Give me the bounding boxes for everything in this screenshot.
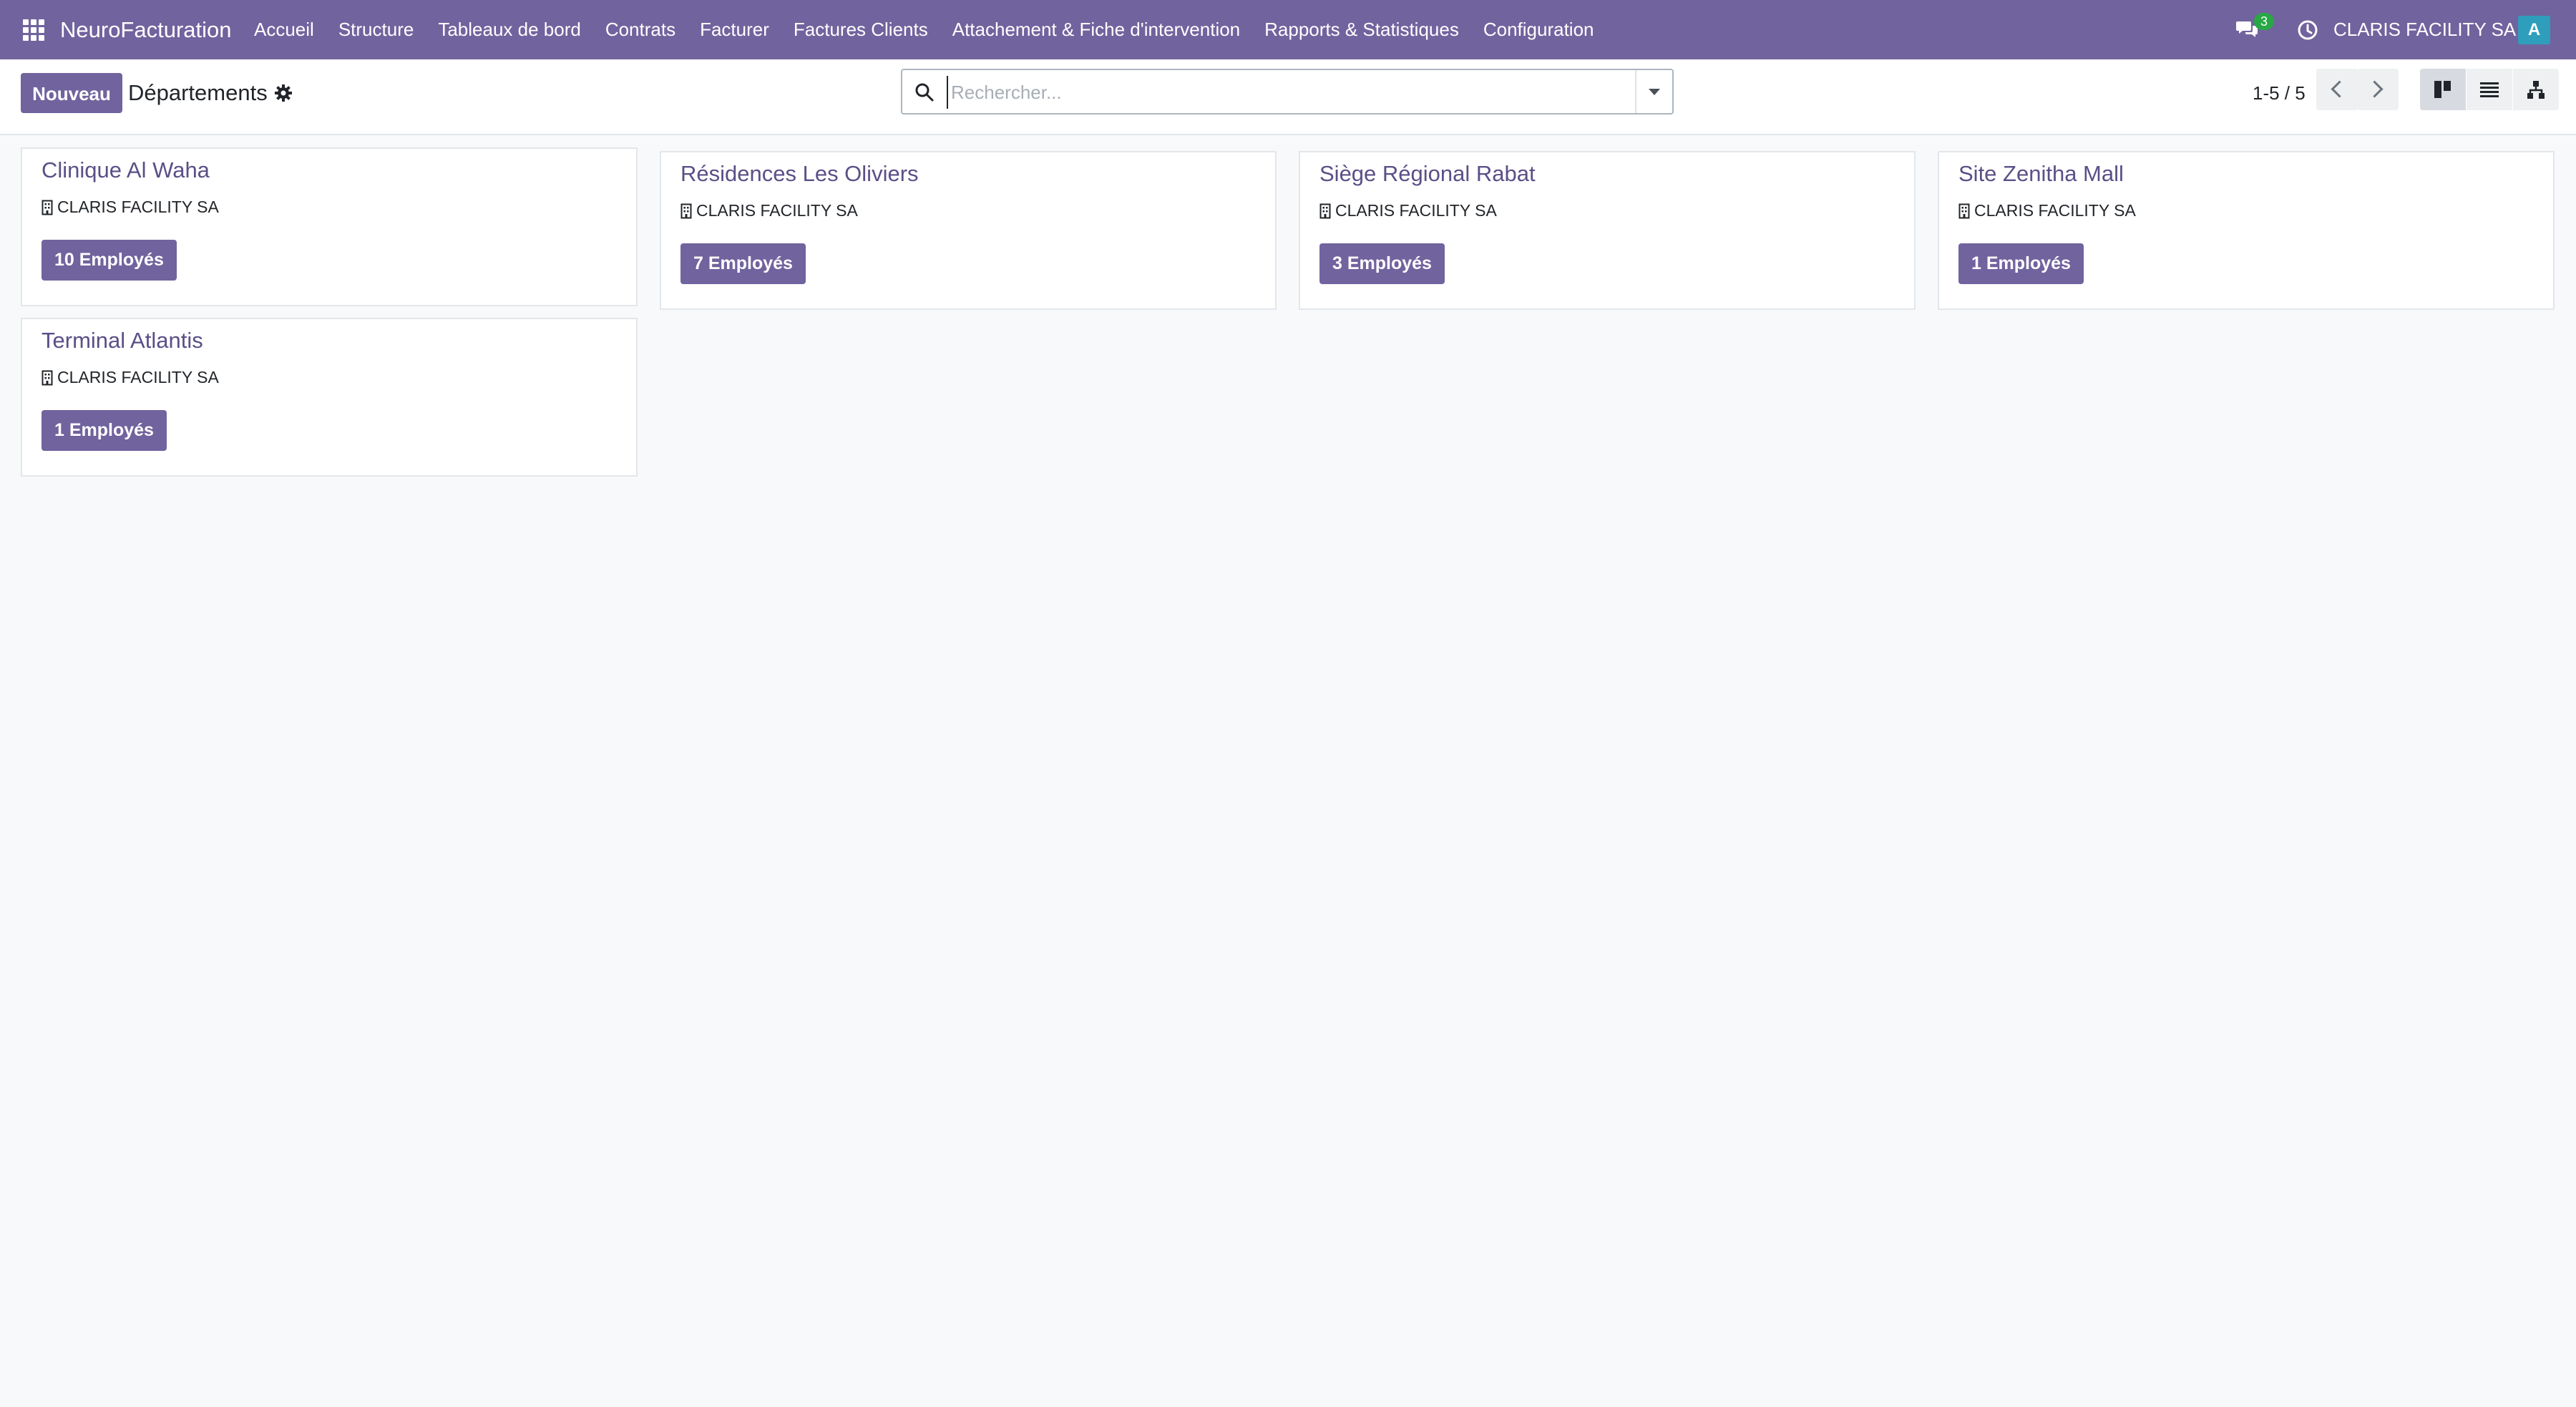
hierarchy-icon	[2527, 81, 2545, 99]
search-options-toggle[interactable]	[1635, 70, 1672, 113]
menu-item-facturer[interactable]: Facturer	[688, 0, 781, 59]
employees-button[interactable]: 10 Employés	[42, 240, 177, 281]
card-company: CLARIS FACILITY SA	[680, 201, 858, 220]
view-list-button[interactable]	[2467, 69, 2512, 110]
control-panel: Nouveau Départements 1-5 / 5	[0, 59, 2576, 135]
menu-item-factures-clients[interactable]: Factures Clients	[781, 0, 940, 59]
menu-item-contrats[interactable]: Contrats	[593, 0, 688, 59]
menu-item-accueil[interactable]: Accueil	[254, 0, 326, 59]
employees-button[interactable]: 3 Employés	[1319, 243, 1445, 284]
menu-item-rapports[interactable]: Rapports & Statistiques	[1252, 0, 1471, 59]
menu-item-structure[interactable]: Structure	[326, 0, 426, 59]
employees-button[interactable]: 1 Employés	[42, 410, 167, 451]
card-title: Siège Régional Rabat	[1319, 161, 1536, 186]
pager-next-button[interactable]	[2357, 69, 2399, 110]
department-card[interactable]: Clinique Al Waha CLARIS FACILITY SA 10 E…	[21, 147, 638, 306]
department-card[interactable]: Résidences Les Oliviers CLARIS FACILITY …	[660, 151, 1277, 310]
card-company-name: CLARIS FACILITY SA	[1974, 201, 2136, 220]
building-icon	[42, 200, 53, 215]
new-button[interactable]: Nouveau	[21, 73, 122, 113]
building-icon	[1958, 203, 1970, 218]
card-company-name: CLARIS FACILITY SA	[57, 368, 219, 386]
card-title: Clinique Al Waha	[42, 157, 210, 182]
search-bar[interactable]	[901, 69, 1674, 115]
kanban-icon	[2434, 81, 2451, 98]
employees-button[interactable]: 1 Employés	[1958, 243, 2084, 284]
view-hierarchy-button[interactable]	[2513, 69, 2559, 110]
menu-item-attachement[interactable]: Attachement & Fiche d'intervention	[940, 0, 1252, 59]
card-title: Résidences Les Oliviers	[680, 161, 919, 186]
department-card[interactable]: Terminal Atlantis CLARIS FACILITY SA 1 E…	[21, 318, 638, 477]
building-icon	[680, 203, 692, 218]
department-card[interactable]: Site Zenitha Mall CLARIS FACILITY SA 1 E…	[1938, 151, 2555, 310]
apps-grid-icon[interactable]	[23, 19, 44, 41]
app-brand[interactable]: NeuroFacturation	[60, 0, 232, 59]
card-company: CLARIS FACILITY SA	[1319, 201, 1497, 220]
pager-value[interactable]: 1-5 / 5	[2253, 77, 2306, 109]
card-company-name: CLARIS FACILITY SA	[696, 201, 858, 220]
card-title: Terminal Atlantis	[42, 328, 203, 353]
breadcrumb: Départements	[128, 80, 268, 105]
top-navbar: NeuroFacturation Accueil Structure Table…	[0, 0, 2576, 59]
card-company: CLARIS FACILITY SA	[1958, 201, 2136, 220]
search-input[interactable]	[947, 76, 1596, 109]
card-title: Site Zenitha Mall	[1958, 161, 2124, 186]
department-card[interactable]: Siège Régional Rabat CLARIS FACILITY SA …	[1299, 151, 1916, 310]
building-icon	[42, 370, 53, 385]
menu-item-tableaux-de-bord[interactable]: Tableaux de bord	[426, 0, 592, 59]
user-avatar[interactable]: A	[2518, 16, 2550, 44]
building-icon	[1319, 203, 1331, 218]
chevron-left-icon	[2331, 80, 2348, 98]
chevron-right-icon	[2366, 80, 2384, 98]
clock-icon[interactable]	[2297, 19, 2318, 41]
caret-down-icon	[1649, 89, 1660, 95]
employees-button[interactable]: 7 Employés	[680, 243, 806, 284]
gear-icon[interactable]	[274, 84, 293, 102]
search-icon	[915, 83, 934, 102]
card-company-name: CLARIS FACILITY SA	[1335, 201, 1497, 220]
chat-count-badge: 3	[2254, 13, 2274, 30]
main-menu: Accueil Structure Tableaux de bord Contr…	[254, 0, 1606, 59]
pager-previous-button[interactable]	[2316, 69, 2358, 110]
card-company-name: CLARIS FACILITY SA	[57, 198, 219, 216]
view-kanban-button[interactable]	[2420, 69, 2466, 110]
menu-item-configuration[interactable]: Configuration	[1471, 0, 1606, 59]
card-company: CLARIS FACILITY SA	[42, 368, 219, 387]
company-switcher[interactable]: CLARIS FACILITY SA	[2333, 0, 2516, 59]
list-icon	[2480, 82, 2499, 97]
card-company: CLARIS FACILITY SA	[42, 198, 219, 217]
